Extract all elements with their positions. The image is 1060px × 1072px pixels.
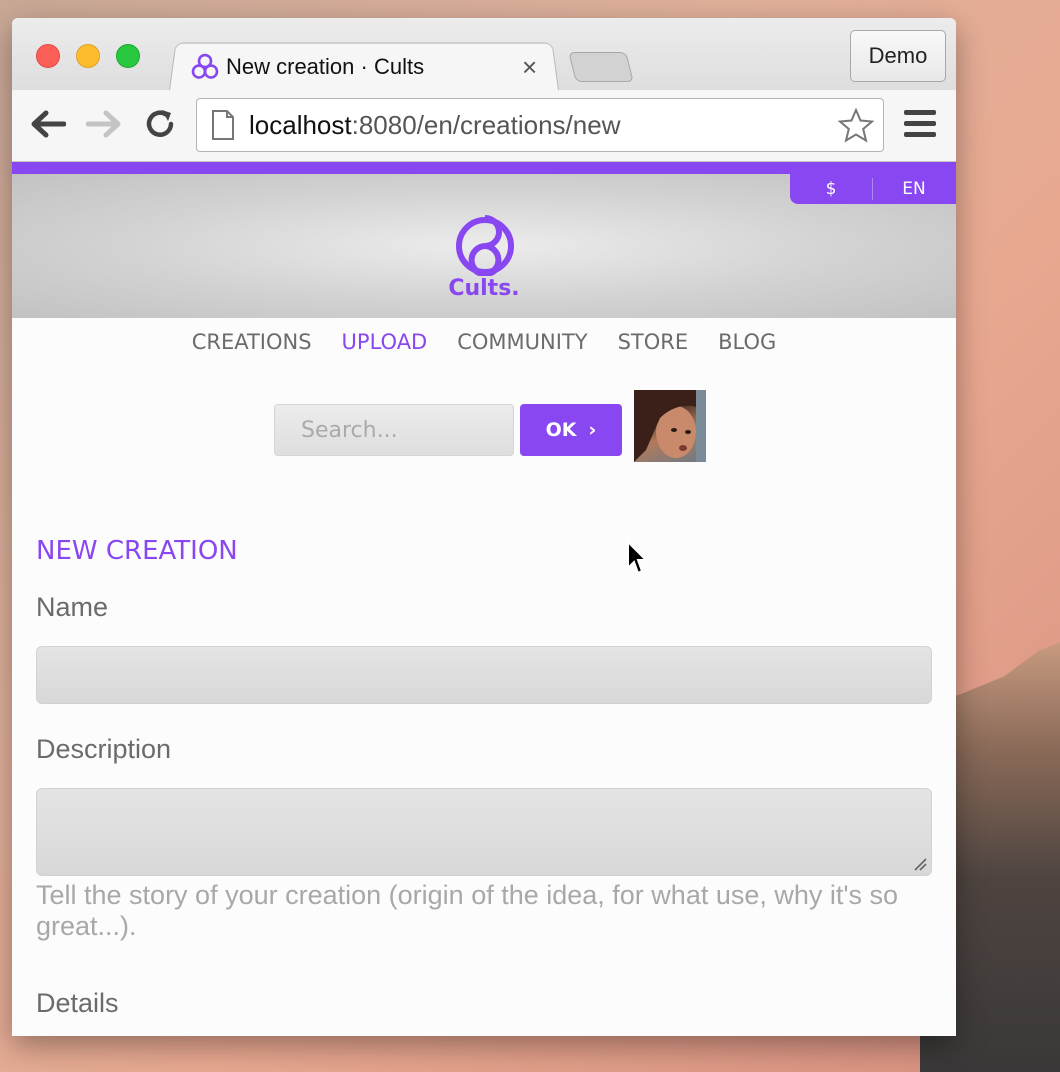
- page-icon: [212, 110, 234, 140]
- user-photo: [634, 390, 706, 462]
- tab-content: New creation · Cults: [188, 50, 424, 84]
- browser-window: New creation · Cults × Demo localhost:80…: [12, 18, 956, 1036]
- arrow-left-icon: [31, 110, 66, 138]
- cults-logo-icon[interactable]: [450, 212, 520, 276]
- address-bar[interactable]: localhost:8080/en/creations/new: [196, 98, 884, 152]
- forward-button[interactable]: [84, 104, 124, 144]
- url-text: localhost:8080/en/creations/new: [249, 110, 620, 141]
- web-page: Cults. $ EN CREATIONS UPLOAD COMMUNITY S…: [12, 162, 956, 1036]
- name-field[interactable]: [36, 646, 932, 704]
- chevron-right-icon: ›: [588, 419, 597, 441]
- window-close-button[interactable]: [36, 44, 60, 68]
- locale-bar: $ EN: [790, 174, 956, 204]
- profile-button[interactable]: Demo: [850, 30, 946, 82]
- description-label: Description: [36, 734, 172, 764]
- cults-favicon-icon: [191, 53, 219, 79]
- mouse-cursor-icon: [627, 540, 648, 575]
- description-help-text: Tell the story of your creation (origin …: [36, 880, 899, 941]
- url-path: :8080/en/creations/new: [351, 109, 621, 140]
- back-button[interactable]: [28, 104, 68, 144]
- name-label: Name: [36, 592, 109, 622]
- site-logo-text[interactable]: Cults.: [12, 276, 956, 301]
- language-selector[interactable]: EN: [873, 179, 955, 199]
- browser-toolbar: localhost:8080/en/creations/new: [12, 90, 956, 162]
- search-row: Search... OK ›: [274, 390, 714, 462]
- description-field[interactable]: [36, 788, 932, 876]
- search-input[interactable]: Search...: [274, 404, 514, 456]
- main-nav: CREATIONS UPLOAD COMMUNITY STORE BLOG: [12, 330, 956, 354]
- window-maximize-button[interactable]: [116, 44, 140, 68]
- new-tab-button[interactable]: [568, 52, 634, 82]
- details-label: Details: [36, 988, 119, 1018]
- reload-icon: [146, 110, 174, 137]
- window-minimize-button[interactable]: [76, 44, 100, 68]
- browser-menu-icon[interactable]: [904, 110, 936, 142]
- page-title: NEW CREATION: [36, 536, 238, 566]
- arrow-right-icon: [86, 110, 121, 138]
- nav-item-upload[interactable]: UPLOAD: [342, 330, 428, 354]
- tab-close-icon[interactable]: ×: [522, 52, 537, 83]
- search-ok-label: OK: [545, 419, 577, 441]
- search-ok-button[interactable]: OK ›: [520, 404, 622, 456]
- nav-item-community[interactable]: COMMUNITY: [457, 330, 587, 354]
- resize-handle-icon[interactable]: [913, 857, 927, 871]
- brand-strip: [12, 162, 956, 174]
- bookmark-star-icon[interactable]: [837, 107, 875, 145]
- title-bar: New creation · Cults × Demo: [12, 18, 956, 95]
- avatar[interactable]: [634, 390, 706, 462]
- tab-title: New creation · Cults: [226, 54, 425, 79]
- nav-item-store[interactable]: STORE: [618, 330, 689, 354]
- nav-item-blog[interactable]: BLOG: [718, 330, 776, 354]
- reload-button[interactable]: [140, 104, 180, 144]
- url-host: localhost: [249, 109, 352, 140]
- nav-item-creations[interactable]: CREATIONS: [192, 330, 312, 354]
- currency-selector[interactable]: $: [790, 179, 872, 199]
